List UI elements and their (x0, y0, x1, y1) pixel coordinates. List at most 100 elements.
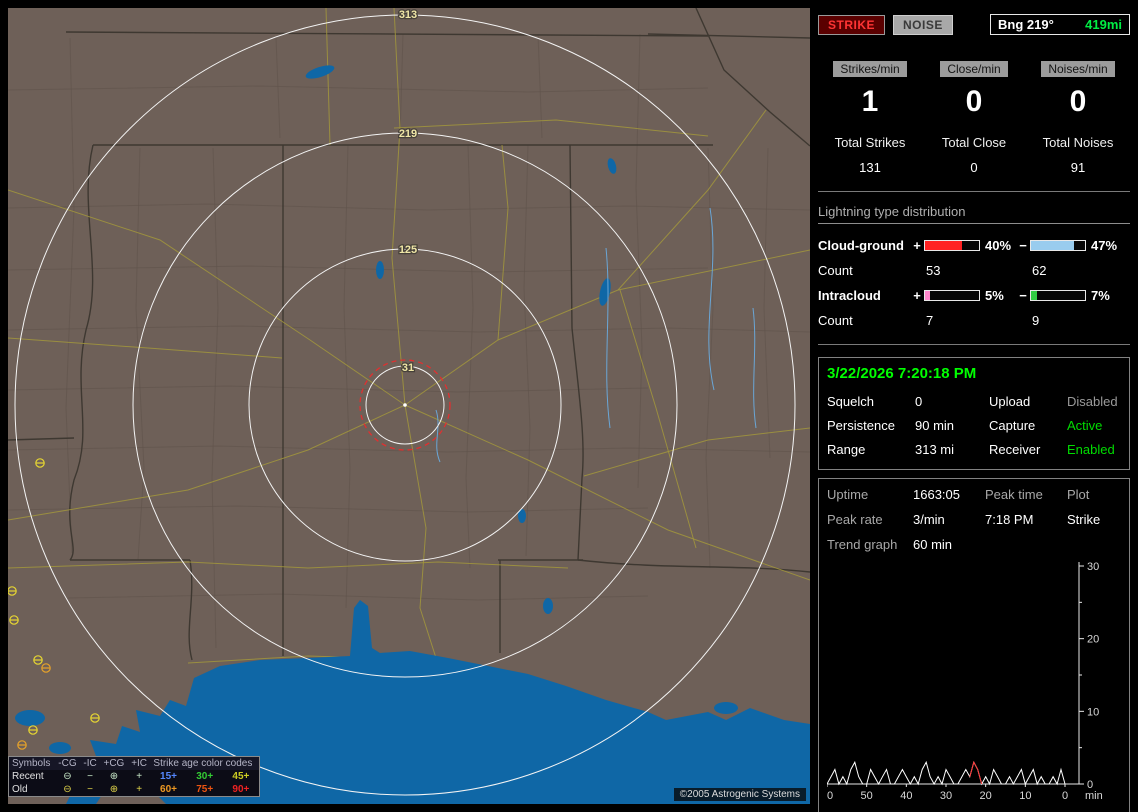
svg-text:min: min (1085, 790, 1103, 802)
capture-status: Active (1067, 418, 1103, 433)
intracloud-neg-count: 9 (1032, 313, 1040, 328)
svg-text:10: 10 (1087, 706, 1099, 718)
stat-close: Close/min 0 Total Close 0 (922, 61, 1026, 175)
noise-indicator-button[interactable]: NOISE (893, 14, 953, 35)
upload-label: Upload (989, 394, 1031, 409)
range-label: Range (827, 442, 866, 457)
legend-recent-label: Recent (12, 771, 44, 782)
upload-status: Disabled (1067, 394, 1118, 409)
cloud-ground-pos-count: 53 (926, 263, 941, 278)
intracloud-neg-bar (1030, 290, 1086, 301)
svg-text:20: 20 (1087, 634, 1099, 646)
legend-col-pos-cg: +CG (100, 757, 128, 770)
cloud-ground-label: Cloud-ground (818, 238, 904, 253)
intracloud-label: Intracloud (818, 288, 881, 303)
squelch-label: Squelch (827, 394, 874, 409)
range-ring-label-125: 125 (399, 244, 417, 256)
trend-graph: 01020306050403020100min (827, 561, 1103, 802)
persistence-label: Persistence (827, 418, 895, 433)
cloud-ground-neg-count: 62 (1032, 263, 1047, 278)
receiver-label: Receiver (989, 442, 1041, 457)
total-noises-label: Total Noises (1042, 135, 1114, 150)
rate-stats: Strikes/min 1 Total Strikes 131 Close/mi… (818, 61, 1130, 192)
range-value: 313 mi (915, 442, 955, 457)
strikes-per-min-label: Strikes/min (833, 61, 907, 77)
plus-sign: + (913, 288, 921, 303)
cloud-ground-pos-bar (924, 240, 980, 251)
copyright-notice: ©2005 Astrogenic Systems (673, 788, 806, 801)
indicator-row: STRIKE NOISE Bng 219° 419mi (818, 14, 1130, 35)
intracloud-pos-count: 7 (926, 313, 934, 328)
pos-cg-icon: ⊕ (109, 771, 119, 782)
pos-cg-icon: ⊕ (109, 784, 119, 795)
total-close-value: 0 (970, 160, 978, 175)
svg-text:30: 30 (940, 790, 952, 802)
legend-col-neg-cg: -CG (54, 757, 81, 770)
svg-text:50: 50 (861, 790, 873, 802)
total-close-label: Total Close (941, 135, 1007, 150)
range-ring-label-313: 313 (399, 9, 417, 21)
age-code-75: 75+ (196, 784, 214, 795)
trend-graph-label: Trend graph (827, 537, 898, 552)
svg-text:10: 10 (1019, 790, 1031, 802)
total-noises-value: 91 (1070, 160, 1086, 175)
noises-per-min-label: Noises/min (1041, 61, 1115, 77)
plot-type-value: Strike (1067, 512, 1101, 527)
map-legend: Symbols -CG -IC +CG +IC Strike age color… (8, 756, 260, 797)
uptime-value: 1663:05 (913, 487, 960, 502)
neg-cg-icon: ⊖ (63, 771, 72, 782)
nexstorm-window: 313 219 125 31 Symbols -CG -IC +CG +IC S… (0, 0, 1138, 812)
count-label: Count (818, 313, 853, 328)
svg-text:40: 40 (900, 790, 912, 802)
cloud-ground-pos-pct: 40% (985, 238, 1012, 253)
peak-rate-value: 3/min (913, 512, 945, 527)
cloud-ground-neg-bar (1030, 240, 1086, 251)
minus-sign: − (1019, 288, 1027, 303)
legend-symbols-header: Symbols (9, 757, 55, 770)
legend-age-title: Strike age color codes (150, 757, 259, 770)
intracloud-pos-pct: 5% (985, 288, 1004, 303)
map-graphic: 313 219 125 31 (8, 8, 810, 804)
noises-per-min-value: 0 (1069, 85, 1087, 118)
pos-ic-icon: + (136, 784, 143, 795)
peak-time-label: Peak time (985, 487, 1043, 502)
legend-old-label: Old (12, 784, 28, 795)
stat-strikes: Strikes/min 1 Total Strikes 131 (818, 61, 922, 175)
svg-text:0: 0 (1062, 790, 1068, 802)
distribution-title: Lightning type distribution (818, 204, 1130, 224)
bearing-box: Bng 219° 419mi (990, 14, 1130, 35)
count-label: Count (818, 263, 853, 278)
receiver-location-marker (403, 403, 407, 407)
trend-window-value: 60 min (913, 537, 953, 552)
strike-indicator-button[interactable]: STRIKE (818, 14, 886, 35)
peak-time-value: 7:18 PM (985, 512, 1034, 527)
age-code-90: 90+ (232, 784, 250, 795)
age-code-30: 30+ (196, 771, 214, 782)
close-per-min-value: 0 (965, 85, 983, 118)
peak-rate-label: Peak rate (827, 512, 883, 527)
receiver-status: Enabled (1067, 442, 1115, 457)
uptime-label: Uptime (827, 487, 869, 502)
plus-sign: + (913, 238, 921, 253)
bearing-value: Bng 219° (998, 17, 1054, 32)
legend-col-neg-ic: -IC (80, 757, 101, 770)
lightning-map[interactable]: 313 219 125 31 Symbols -CG -IC +CG +IC S… (8, 8, 810, 804)
minus-sign: − (1019, 238, 1027, 253)
persistence-value: 90 min (915, 418, 955, 433)
age-code-60: 60+ (160, 784, 177, 795)
svg-text:60: 60 (827, 790, 833, 802)
session-trend-box: Uptime 1663:05 Peak time Plot Peak rate … (818, 478, 1130, 812)
stat-noises: Noises/min 0 Total Noises 91 (1026, 61, 1130, 175)
age-code-45: 45+ (232, 771, 250, 782)
plot-label: Plot (1067, 487, 1090, 502)
range-ring-label-31: 31 (402, 362, 414, 374)
intracloud-neg-pct: 7% (1091, 288, 1110, 303)
legend-col-pos-ic: +IC (127, 757, 151, 770)
bearing-distance: 419mi (1085, 17, 1122, 32)
cloud-ground-neg-pct: 47% (1091, 238, 1118, 253)
neg-ic-icon: − (87, 784, 93, 795)
svg-text:30: 30 (1087, 561, 1099, 573)
receiver-status-box: 3/22/2026 7:20:18 PM Squelch 0 Upload Di… (818, 357, 1130, 470)
total-strikes-label: Total Strikes (834, 135, 906, 150)
lightning-distribution: Lightning type distribution Cloud-ground… (818, 192, 1130, 345)
